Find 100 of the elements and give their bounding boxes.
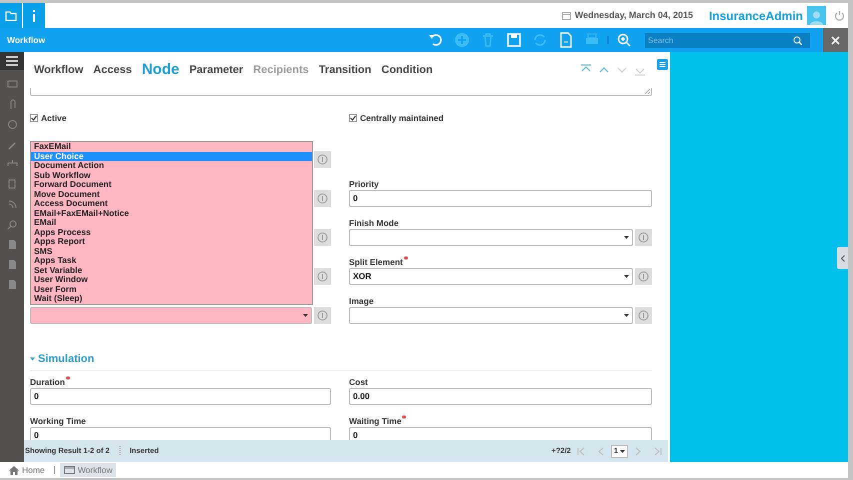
list-option[interactable]: Access Document xyxy=(31,199,312,208)
zoom-button[interactable] xyxy=(616,32,632,48)
folder-icon xyxy=(5,10,17,20)
field-label: Finish Mode xyxy=(349,218,399,228)
collapse-panel-button[interactable] xyxy=(837,247,848,269)
zoom-icon[interactable] xyxy=(6,219,18,230)
document-icon[interactable] xyxy=(6,259,18,270)
info-button[interactable] xyxy=(314,150,331,168)
clock-icon[interactable] xyxy=(6,119,18,130)
caret-icon xyxy=(624,236,629,239)
footer-tab[interactable]: Workflow xyxy=(60,462,116,478)
info-icon xyxy=(317,192,328,204)
caret-icon xyxy=(303,314,308,317)
list-option[interactable]: Forward Document xyxy=(31,180,312,190)
date-text: Wednesday, March 04, 2015 xyxy=(574,8,693,22)
power-icon[interactable] xyxy=(834,10,845,21)
separator-icon xyxy=(52,465,57,475)
required-mark-icon xyxy=(402,415,406,420)
list-option[interactable]: EMail xyxy=(31,218,312,228)
tab[interactable]: Condition xyxy=(376,62,438,78)
info-button[interactable] xyxy=(314,228,331,246)
info-button[interactable] xyxy=(635,268,652,285)
report-button[interactable] xyxy=(558,32,574,48)
tab[interactable]: Parameter xyxy=(184,62,248,78)
caret-icon xyxy=(624,314,629,317)
folder-button[interactable] xyxy=(0,3,22,28)
list-option[interactable]: FaxEMail xyxy=(31,142,312,152)
info-button[interactable] xyxy=(314,190,331,207)
field-label: Cost xyxy=(349,377,368,388)
list-option[interactable]: Document Action xyxy=(31,161,312,170)
text-field[interactable]: 0 xyxy=(349,190,652,207)
info-button[interactable] xyxy=(635,306,652,324)
document-icon xyxy=(558,32,574,48)
menu-icon xyxy=(6,56,18,66)
previous-page-icon[interactable] xyxy=(596,446,605,456)
checkbox[interactable] xyxy=(30,114,38,122)
field-label: Split Element xyxy=(349,256,403,267)
first-page-icon[interactable] xyxy=(576,446,585,456)
info-button[interactable] xyxy=(314,306,331,324)
text-field[interactable]: 0 xyxy=(30,388,331,406)
required-mark-icon xyxy=(66,376,70,380)
footer-tab[interactable]: Home xyxy=(5,462,49,478)
tab[interactable]: Workflow xyxy=(29,62,88,78)
info-button[interactable] xyxy=(635,228,652,246)
close-icon xyxy=(831,36,840,44)
list-option[interactable]: EMail+FaxEMail+Notice xyxy=(31,208,312,218)
save-button[interactable] xyxy=(506,32,522,48)
info-button[interactable] xyxy=(314,268,331,285)
signal-icon[interactable] xyxy=(6,199,18,210)
collapse-icon[interactable] xyxy=(30,357,35,361)
document-icon[interactable] xyxy=(6,279,18,290)
checkbox-label: Centrally maintained xyxy=(360,112,444,125)
tab[interactable]: Transition xyxy=(314,62,376,78)
info-icon xyxy=(638,270,649,282)
text-field[interactable]: 0 xyxy=(349,427,652,440)
list-option[interactable]: Apps Task xyxy=(31,256,312,266)
dropdown-field[interactable] xyxy=(349,306,633,324)
list-option[interactable]: User Window xyxy=(31,275,312,284)
document-icon[interactable] xyxy=(6,239,18,250)
info-icon xyxy=(317,310,328,321)
checkbox[interactable] xyxy=(349,114,357,122)
list-icon[interactable] xyxy=(657,59,668,70)
info-icon xyxy=(317,232,328,243)
dropdown-field[interactable] xyxy=(30,306,312,324)
info-icon xyxy=(32,10,36,22)
copy-icon[interactable] xyxy=(6,179,18,190)
avatar[interactable] xyxy=(807,6,826,25)
list-option[interactable]: Apps Process xyxy=(31,228,312,237)
list-option[interactable]: Move Document xyxy=(31,190,312,199)
list-option[interactable]: Wait (Sleep) xyxy=(31,294,312,304)
tab[interactable]: Access xyxy=(88,62,137,78)
list-option[interactable]: Sub Workflow xyxy=(31,170,312,180)
chat-icon[interactable] xyxy=(6,79,18,90)
module-title: Workflow xyxy=(6,34,46,46)
field-label: Waiting Time xyxy=(349,416,402,426)
field-label: Duration xyxy=(30,377,65,388)
list-option[interactable]: Apps Report xyxy=(31,237,312,246)
next-page-icon[interactable] xyxy=(634,446,642,456)
add-icon xyxy=(454,32,470,48)
field-label: Working Time xyxy=(30,416,86,426)
list-option[interactable]: User Form xyxy=(31,284,312,294)
dropdown-field[interactable]: XOR xyxy=(349,268,633,285)
refresh-icon xyxy=(532,32,548,48)
list-option[interactable]: SMS xyxy=(31,246,312,256)
required-mark-icon xyxy=(404,256,408,260)
search-field[interactable]: Search xyxy=(645,32,810,48)
text-field[interactable]: 0.00 xyxy=(349,388,652,406)
field-label: Image xyxy=(349,296,374,306)
close-button[interactable] xyxy=(823,28,848,52)
trash-icon xyxy=(480,32,496,48)
info-button[interactable] xyxy=(23,3,45,28)
undo-button[interactable] xyxy=(428,32,444,48)
checkbox-label: Active xyxy=(41,112,67,125)
text-field[interactable]: 0 xyxy=(30,427,331,440)
info-icon xyxy=(317,270,328,282)
info-icon xyxy=(638,232,649,243)
dropdown-field[interactable] xyxy=(349,228,633,246)
menu-button[interactable] xyxy=(0,52,24,70)
list-option[interactable]: Set Variable xyxy=(31,266,312,275)
last-page-icon[interactable] xyxy=(654,446,662,456)
